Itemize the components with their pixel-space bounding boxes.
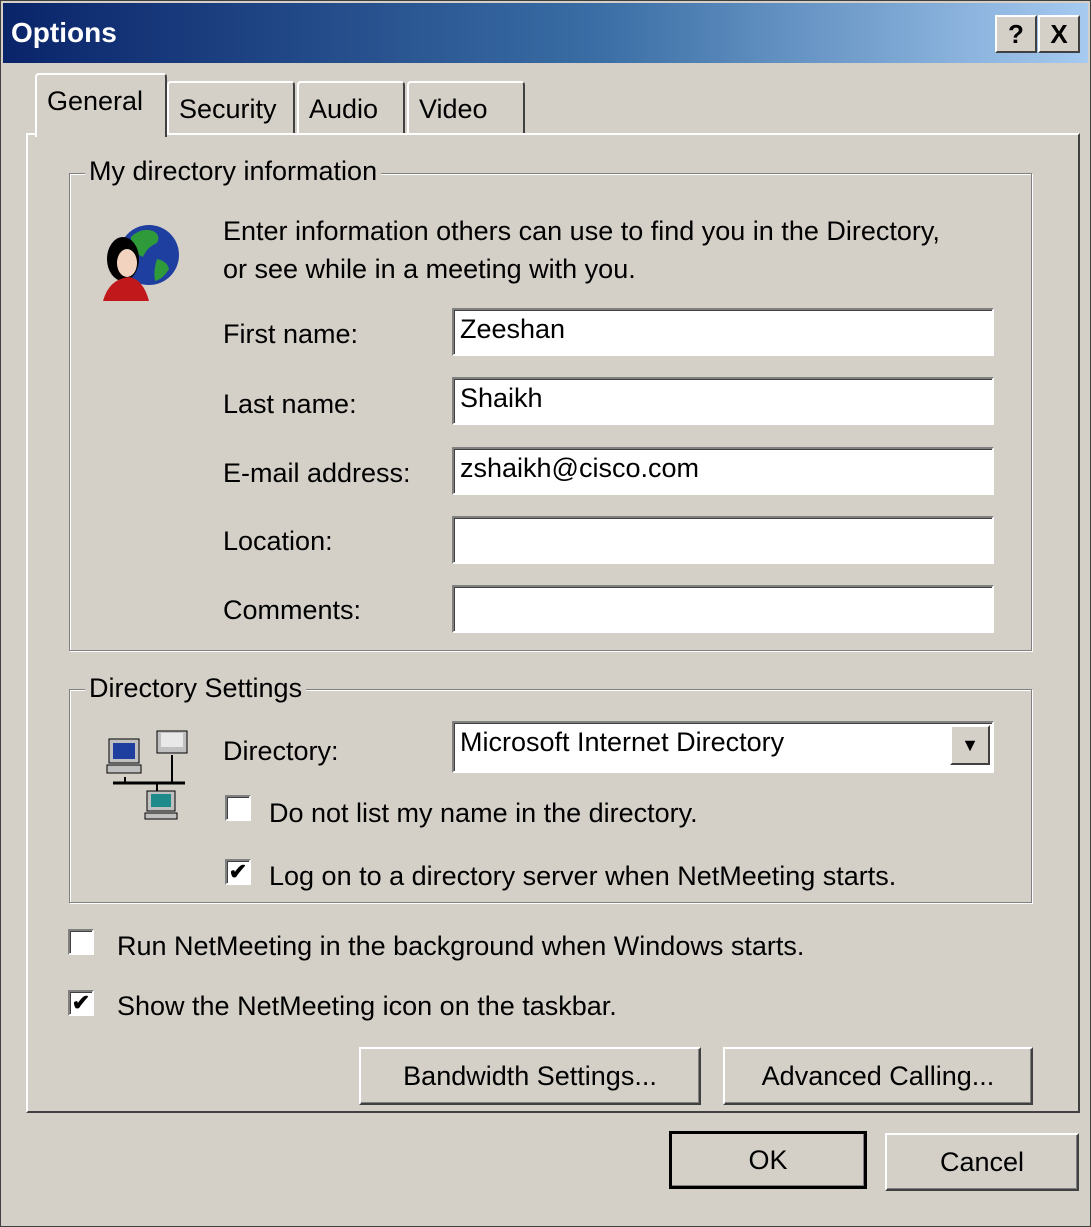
directory-info-legend: My directory information xyxy=(85,156,382,187)
show-icon-checkbox[interactable]: ✔ xyxy=(68,990,94,1016)
tab-audio-label: Audio xyxy=(309,94,379,124)
comments-label: Comments: xyxy=(223,595,362,625)
location-label: Location: xyxy=(223,526,333,556)
last-name-field[interactable]: Shaikh xyxy=(452,377,994,425)
close-button[interactable]: X xyxy=(1038,15,1080,53)
cancel-button[interactable]: Cancel xyxy=(885,1133,1079,1191)
comments-field[interactable] xyxy=(452,585,994,633)
intro-text-line1: Enter information others can use to find… xyxy=(223,216,940,246)
first-name-label: First name: xyxy=(223,319,359,349)
bandwidth-settings-button[interactable]: Bandwidth Settings... xyxy=(359,1047,701,1105)
location-field[interactable] xyxy=(452,516,994,564)
logon-label: Log on to a directory server when NetMee… xyxy=(269,861,897,891)
logon-checkbox[interactable]: ✔ xyxy=(225,859,251,885)
directory-settings-legend: Directory Settings xyxy=(85,673,307,704)
last-name-label: Last name: xyxy=(223,389,357,419)
tab-video-label: Video xyxy=(419,94,488,124)
directory-label: Directory: xyxy=(223,736,339,766)
options-dialog: Options ? X General Security Audio Video… xyxy=(0,0,1091,1227)
window-title: Options xyxy=(11,17,117,48)
tab-general-label: General xyxy=(47,86,144,116)
show-icon-label: Show the NetMeeting icon on the taskbar. xyxy=(117,991,617,1021)
directory-select-value: Microsoft Internet Directory xyxy=(460,727,785,757)
run-background-label: Run NetMeeting in the background when Wi… xyxy=(117,931,805,961)
person-globe-icon xyxy=(95,213,185,305)
tab-general[interactable]: General xyxy=(35,73,167,137)
do-not-list-label: Do not list my name in the directory. xyxy=(269,798,698,828)
tab-audio[interactable]: Audio xyxy=(297,81,405,135)
tab-video[interactable]: Video xyxy=(407,81,525,135)
tab-security-label: Security xyxy=(179,94,277,124)
advanced-calling-button[interactable]: Advanced Calling... xyxy=(723,1047,1033,1105)
email-field[interactable]: zshaikh@cisco.com xyxy=(452,447,994,495)
directory-select[interactable]: Microsoft Internet Directory ▼ xyxy=(452,721,994,773)
network-computers-icon xyxy=(105,725,195,821)
first-name-field[interactable]: Zeeshan xyxy=(452,308,994,356)
chevron-down-icon[interactable]: ▼ xyxy=(950,725,990,765)
intro-text-line2: or see while in a meeting with you. xyxy=(223,254,636,284)
email-label: E-mail address: xyxy=(223,458,411,488)
tab-security[interactable]: Security xyxy=(167,81,295,135)
do-not-list-checkbox[interactable] xyxy=(225,795,251,821)
title-bar[interactable]: Options ? X xyxy=(3,3,1088,63)
help-button[interactable]: ? xyxy=(995,15,1037,53)
ok-button[interactable]: OK xyxy=(669,1131,867,1189)
run-background-checkbox[interactable] xyxy=(68,929,94,955)
